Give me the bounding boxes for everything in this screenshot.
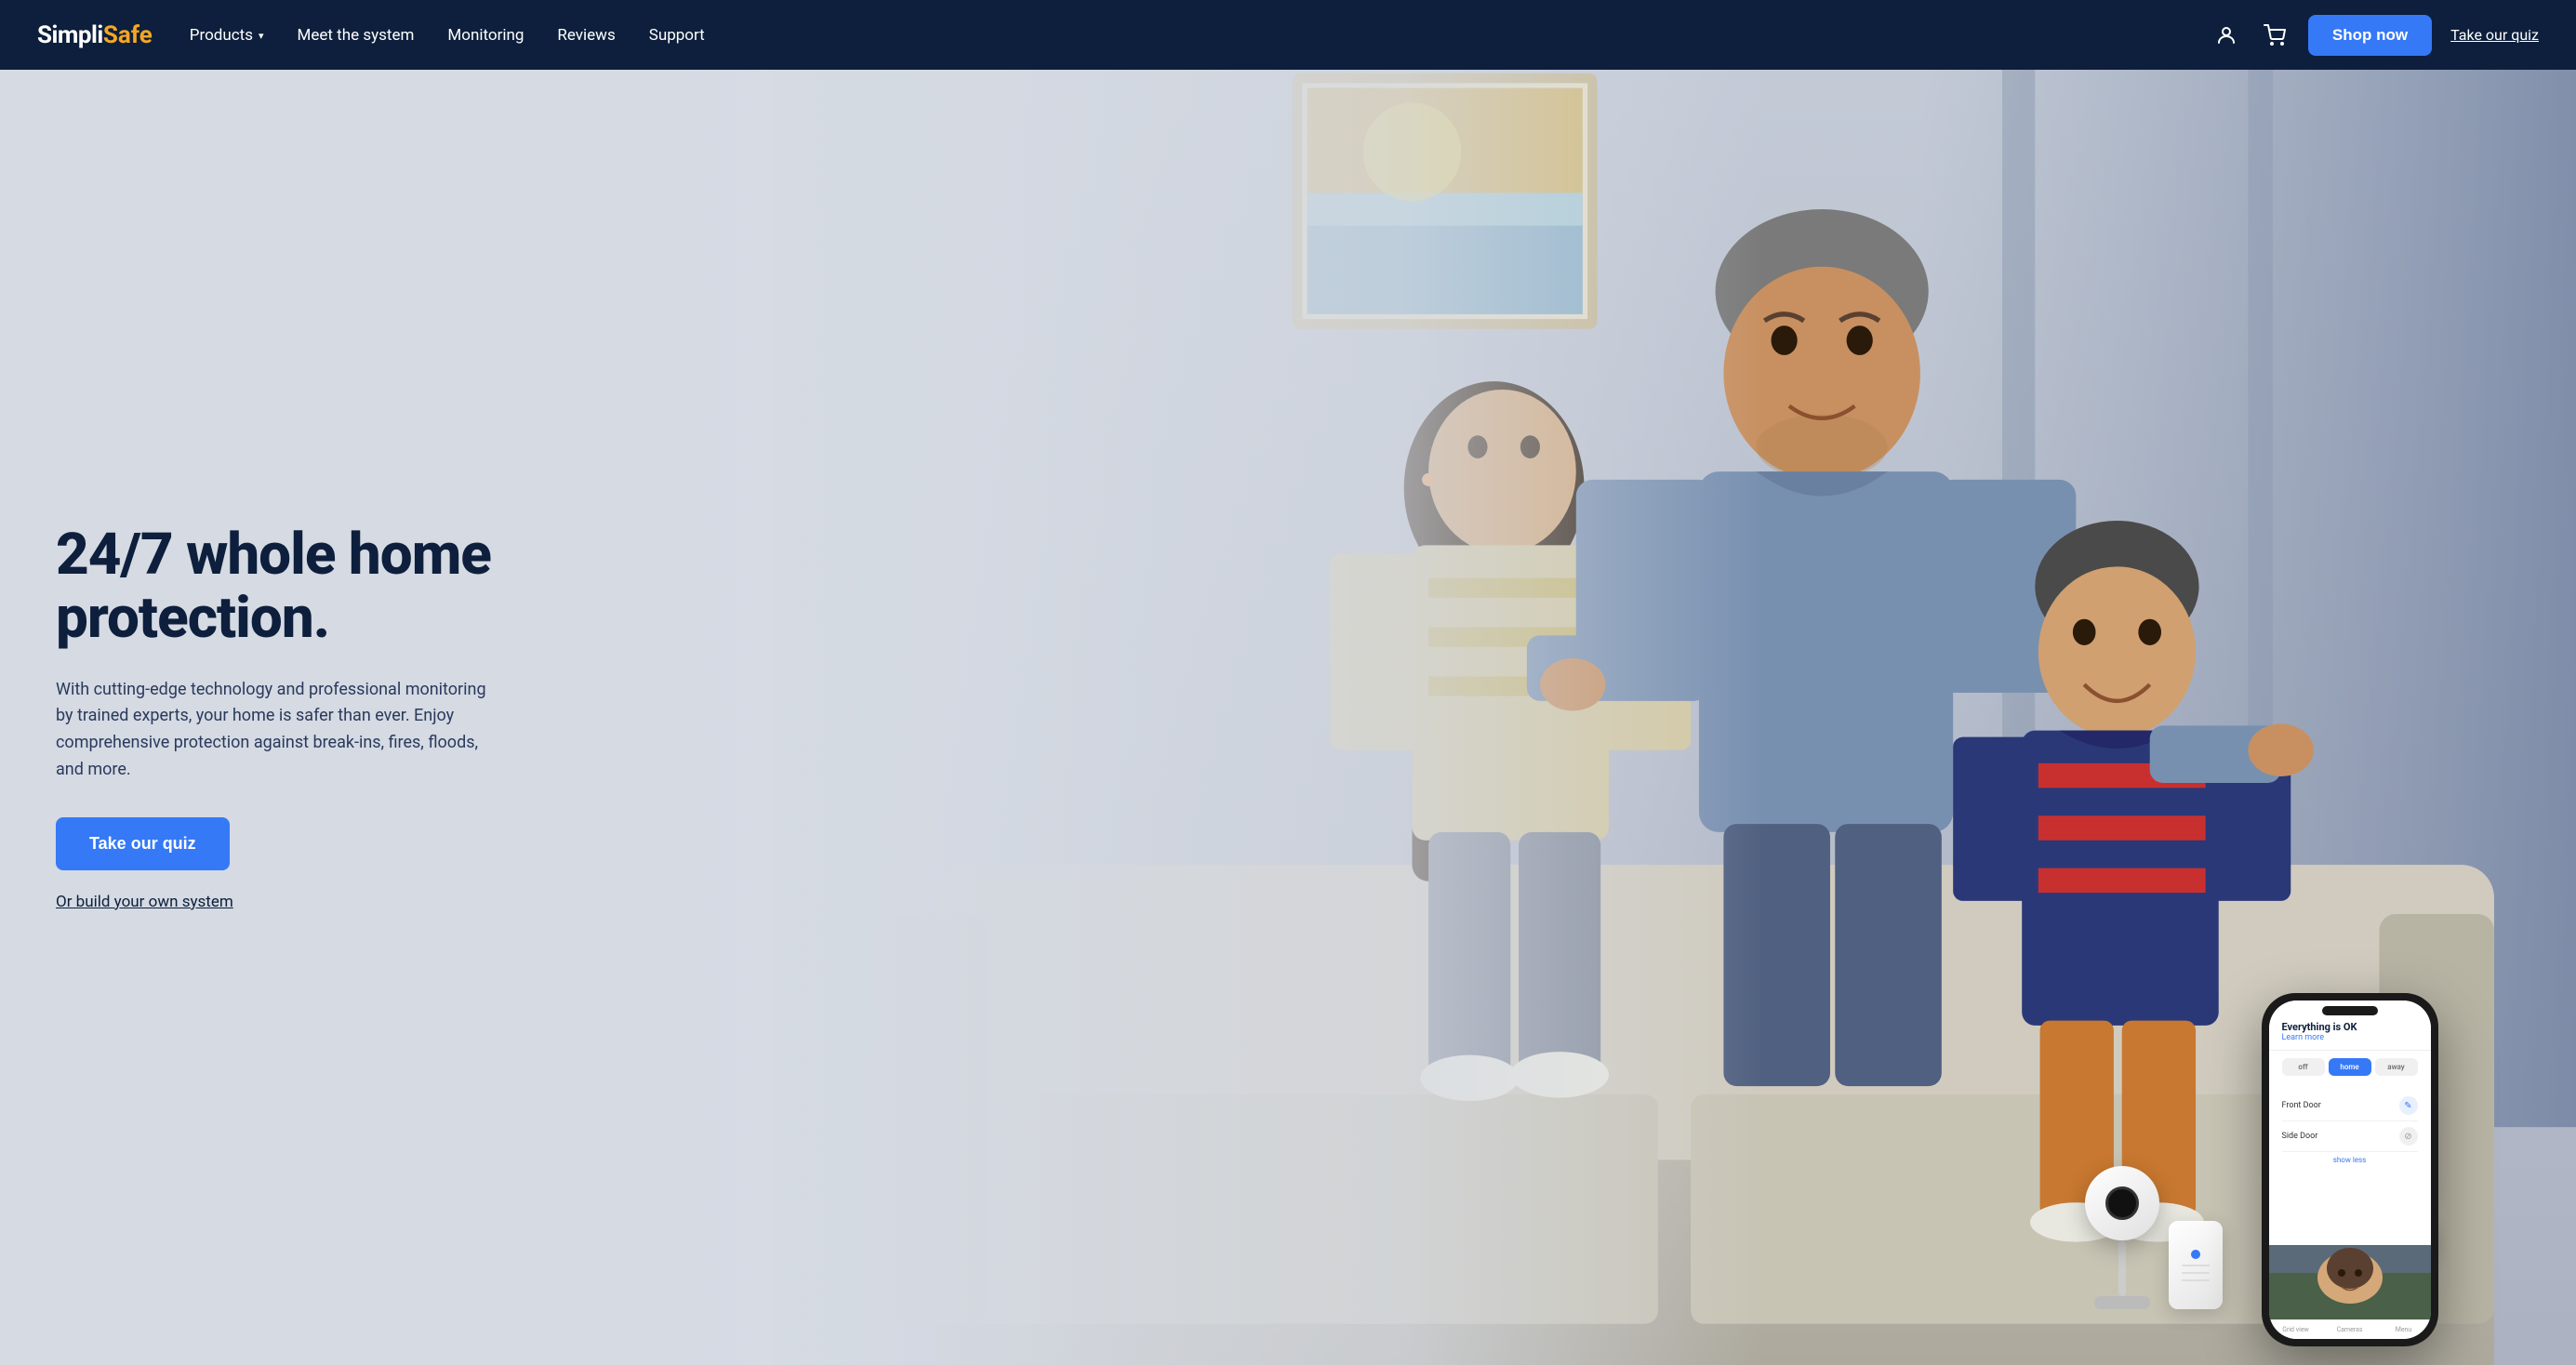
outdoor-camera-device [2085, 1166, 2159, 1309]
hero-content: 24/7 whole home protection. With cutting… [0, 523, 558, 911]
door-item-side: Side Door ⊘ [2282, 1121, 2418, 1152]
meet-system-label: Meet the system [298, 26, 415, 45]
nav-meet-system[interactable]: Meet the system [298, 26, 415, 45]
hero-subtext: With cutting-edge technology and profess… [56, 677, 502, 784]
account-icon[interactable] [2211, 20, 2241, 50]
nav-monitoring[interactable]: Monitoring [447, 26, 524, 45]
app-status-text: Everything is OK [2282, 1021, 2418, 1033]
support-label: Support [649, 26, 705, 45]
phone-device: Everything is OK Learn more off home awa… [2262, 993, 2438, 1346]
phone-nav-menu[interactable]: Menu [2377, 1326, 2431, 1333]
nav-support[interactable]: Support [649, 26, 705, 45]
nav-reviews[interactable]: Reviews [557, 26, 615, 45]
reviews-label: Reviews [557, 26, 615, 45]
cart-icon[interactable] [2260, 20, 2290, 50]
camera-preview [2269, 1245, 2431, 1319]
products-chevron-icon: ▾ [259, 30, 264, 42]
mode-home[interactable]: home [2329, 1058, 2371, 1076]
phone-nav-bar: Grid view Cameras Menu [2269, 1319, 2431, 1339]
side-door-label: Side Door [2282, 1132, 2318, 1141]
hero-headline: 24/7 whole home protection. [56, 523, 502, 650]
phone-nav-grid[interactable]: Grid view [2269, 1326, 2323, 1333]
app-learn-more[interactable]: Learn more [2282, 1033, 2418, 1042]
logo[interactable]: SimpliSafe [37, 21, 153, 49]
nav-products[interactable]: Products ▾ [190, 26, 264, 45]
mode-away[interactable]: away [2375, 1058, 2418, 1076]
logo-simpli: Simpli [37, 21, 103, 49]
base-station-device [2169, 1221, 2223, 1309]
phone-nav-cameras[interactable]: Cameras [2323, 1326, 2377, 1333]
hero-take-quiz-button[interactable]: Take our quiz [56, 817, 230, 870]
hero-section: 24/7 whole home protection. With cutting… [0, 70, 2576, 1365]
front-door-label: Front Door [2282, 1101, 2321, 1110]
navbar: SimpliSafe Products ▾ Meet the system Mo… [0, 0, 2576, 70]
door-item-front: Front Door ✎ [2282, 1091, 2418, 1121]
hero-build-system-link[interactable]: Or build your own system [56, 893, 502, 911]
products-label: Products [190, 26, 253, 45]
side-door-status-icon: ⊘ [2399, 1127, 2418, 1146]
shop-now-button[interactable]: Shop now [2308, 15, 2432, 56]
devices-area: Everything is OK Learn more off home awa… [2057, 393, 2448, 1365]
take-quiz-nav-link[interactable]: Take our quiz [2450, 26, 2539, 44]
nav-actions: Shop now Take our quiz [2211, 15, 2539, 56]
logo-safe: Safe [103, 21, 153, 49]
show-less-text[interactable]: show less [2282, 1152, 2418, 1168]
monitoring-label: Monitoring [447, 26, 524, 45]
nav-links: Products ▾ Meet the system Monitoring Re… [190, 26, 2211, 45]
front-door-status-icon: ✎ [2399, 1096, 2418, 1115]
mode-off[interactable]: off [2282, 1058, 2325, 1076]
